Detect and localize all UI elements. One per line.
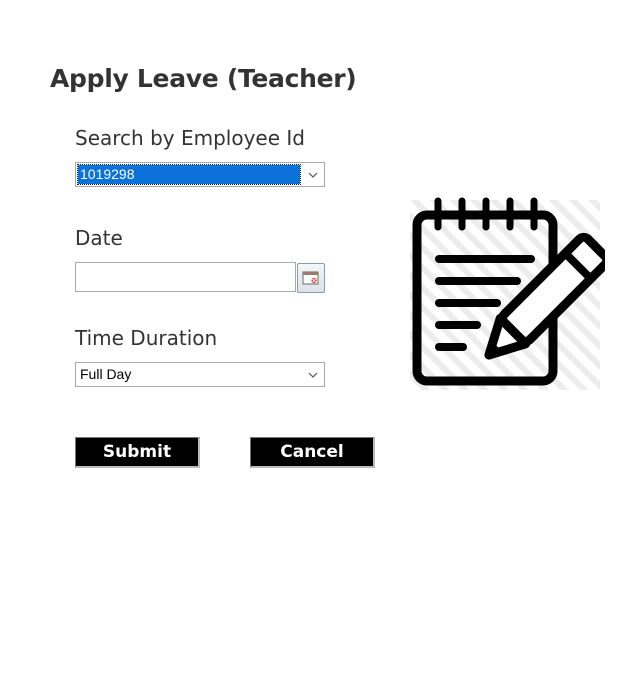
calendar-button[interactable] xyxy=(297,263,325,293)
calendar-icon xyxy=(302,271,319,285)
chevron-down-icon xyxy=(308,172,318,178)
notepad-pencil-icon xyxy=(410,197,605,390)
time-duration-select[interactable]: Full Day xyxy=(75,362,325,387)
employee-id-select[interactable]: 1019298 xyxy=(75,162,325,187)
time-duration-selected-value: Full Day xyxy=(80,366,132,382)
submit-button[interactable]: Submit xyxy=(75,437,200,468)
date-input[interactable] xyxy=(75,262,296,292)
employee-search-label: Search by Employee Id xyxy=(75,126,305,150)
time-duration-label: Time Duration xyxy=(75,326,218,350)
chevron-down-icon xyxy=(308,372,318,378)
date-label: Date xyxy=(75,226,123,250)
cancel-button[interactable]: Cancel xyxy=(250,437,375,468)
page-title: Apply Leave (Teacher) xyxy=(50,64,357,93)
employee-id-selected-value: 1019298 xyxy=(77,164,301,185)
